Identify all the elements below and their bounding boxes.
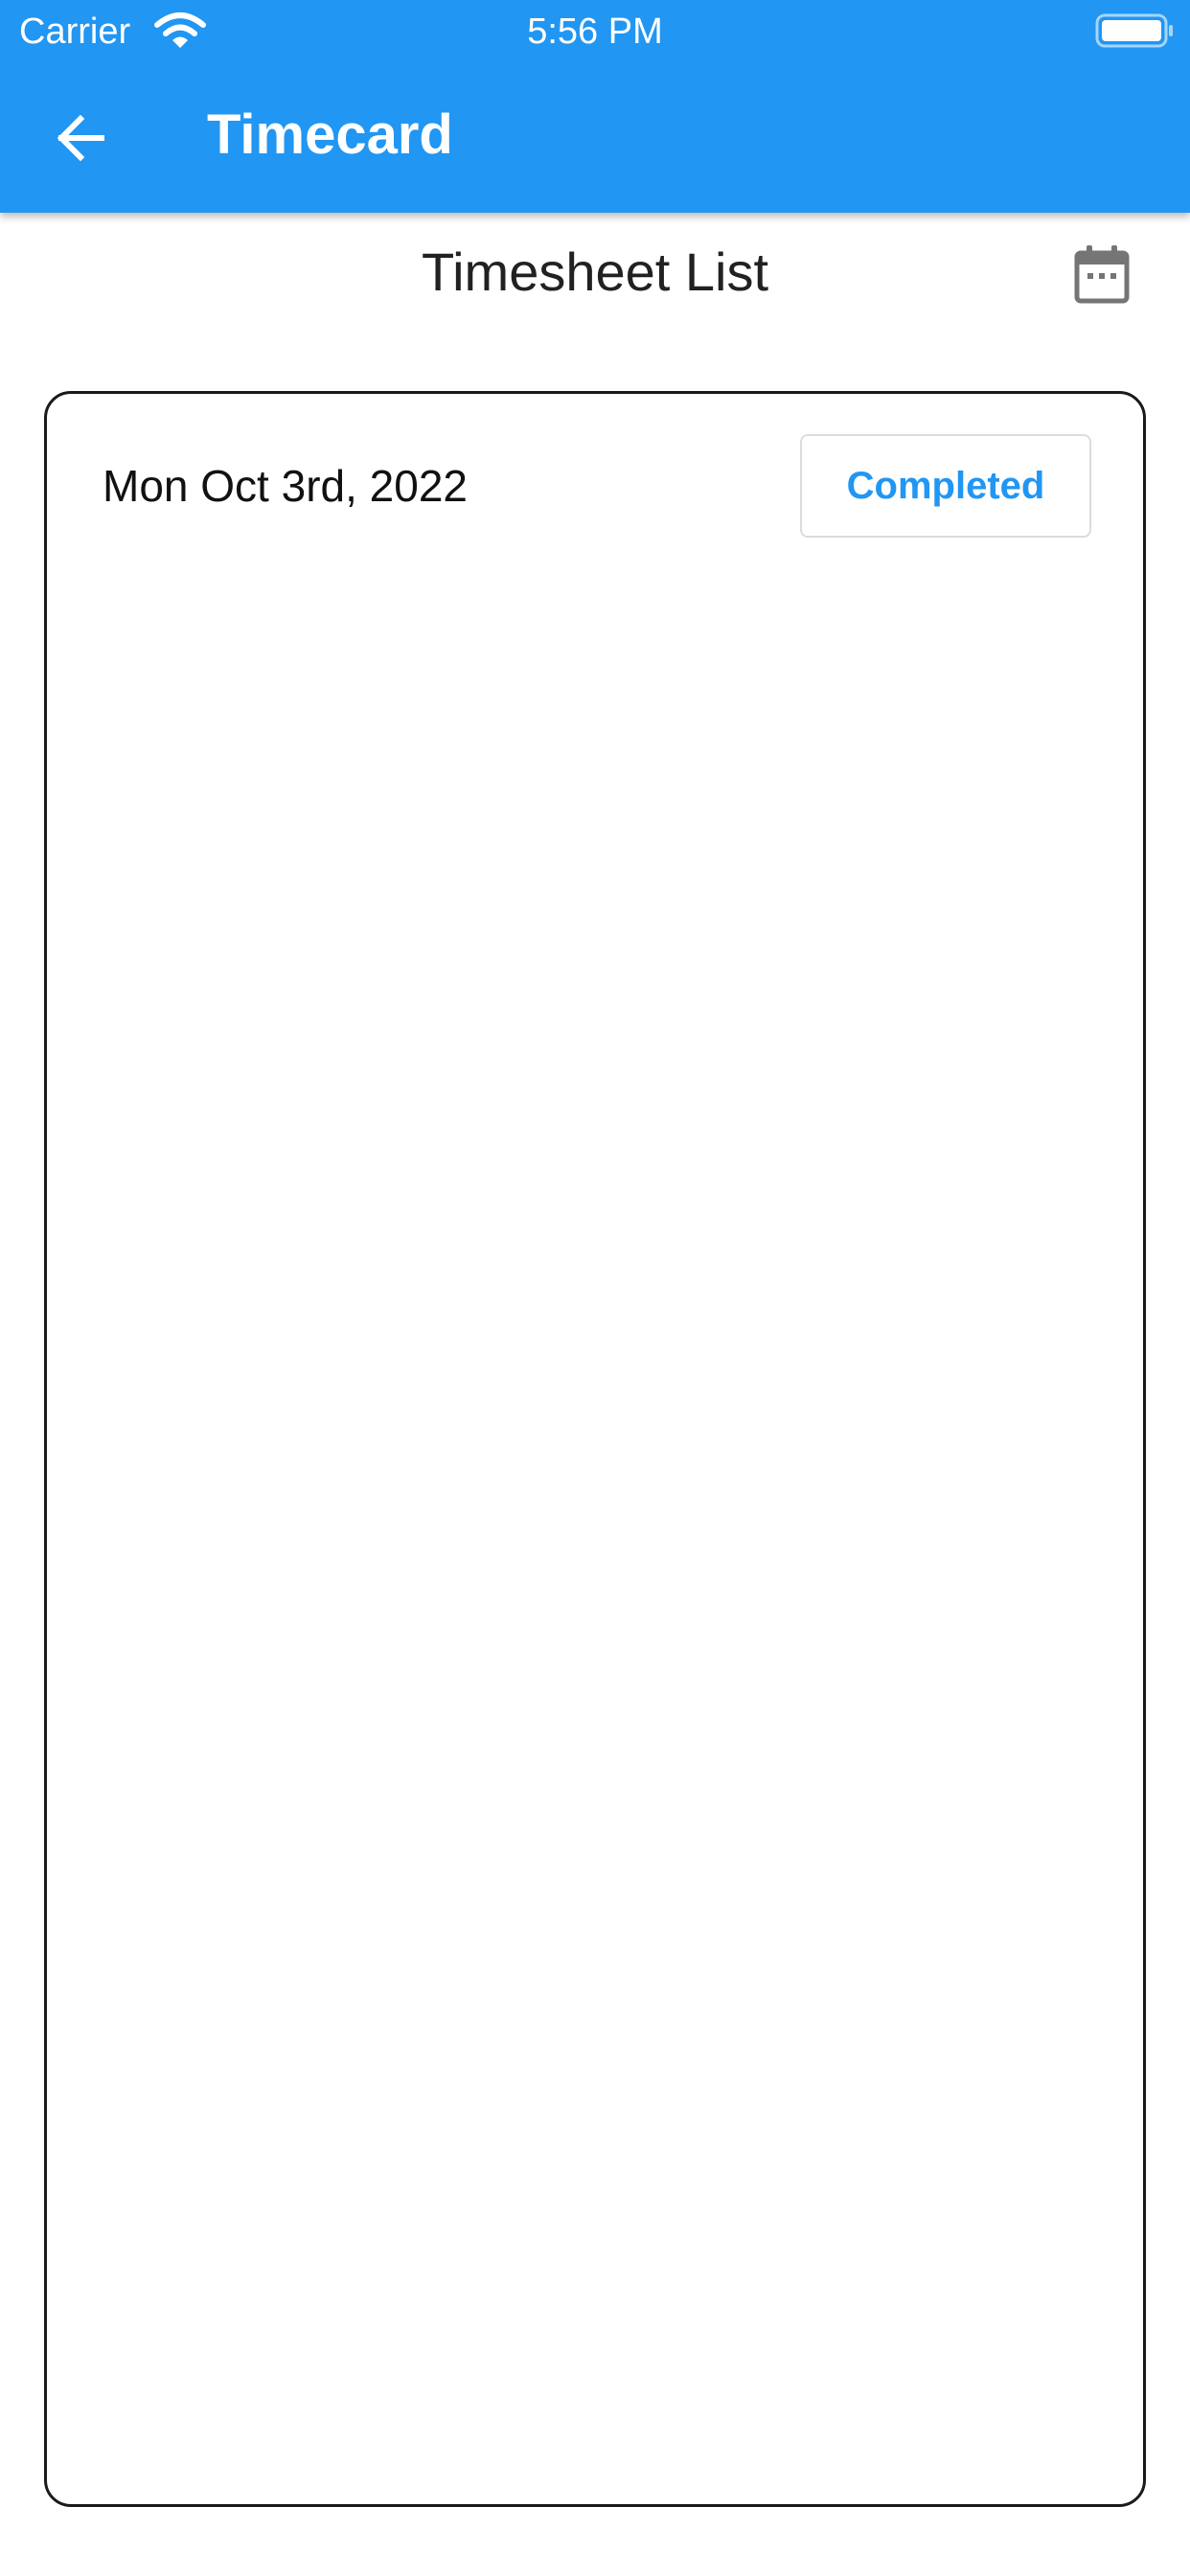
entry-date: Mon Oct 3rd, 2022	[103, 461, 468, 511]
app-bar: Carrier 5:56 PM Timecard	[0, 0, 1190, 213]
status-time: 5:56 PM	[527, 12, 663, 52]
arrow-back-icon	[54, 111, 107, 170]
timesheet-card: Mon Oct 3rd, 2022 Completed	[44, 391, 1146, 2507]
calendar-icon	[1073, 245, 1131, 309]
back-button[interactable]	[40, 100, 121, 180]
status-bar: Carrier 5:56 PM	[0, 0, 1190, 63]
status-label: Completed	[846, 464, 1045, 507]
timesheet-list-header: Timesheet List	[0, 213, 1190, 347]
battery-icon	[1095, 12, 1176, 50]
page-title: Timesheet List	[421, 242, 769, 302]
timesheet-entry[interactable]: Mon Oct 3rd, 2022 Completed	[47, 394, 1143, 586]
calendar-button[interactable]	[1073, 243, 1131, 320]
app-title: Timecard	[207, 104, 453, 166]
toolbar: Timecard	[0, 63, 1190, 213]
status-button[interactable]: Completed	[800, 434, 1091, 538]
